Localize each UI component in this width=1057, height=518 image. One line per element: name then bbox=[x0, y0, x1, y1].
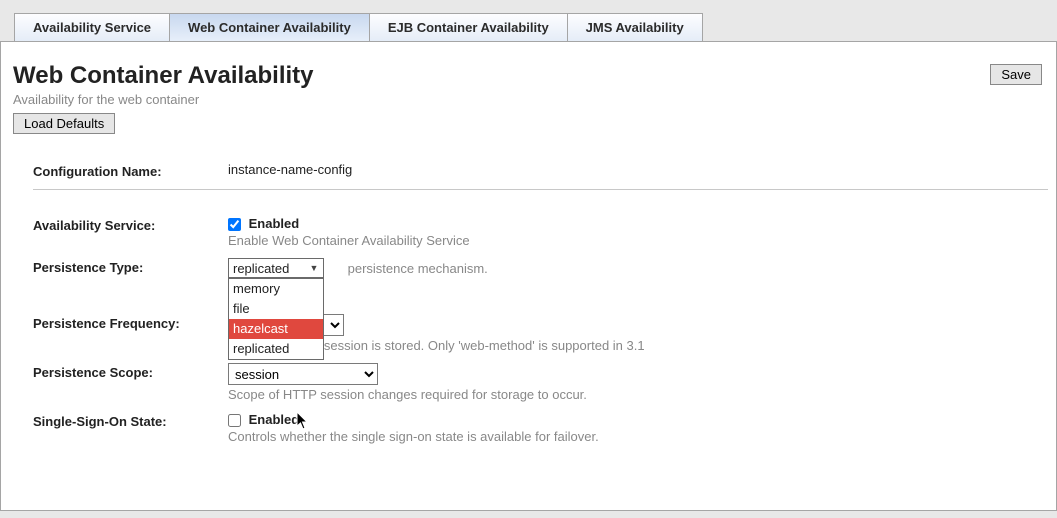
panel-header: Web Container Availability Availability … bbox=[13, 60, 1048, 134]
page-subtitle: Availability for the web container bbox=[13, 92, 314, 107]
chevron-down-icon: ▼ bbox=[307, 259, 321, 277]
persistence-frequency-hint: which the HTTP session is stored. Only '… bbox=[228, 338, 1048, 353]
divider bbox=[33, 189, 1048, 190]
persistence-scope-select[interactable]: session bbox=[228, 363, 378, 385]
persistence-scope-label: Persistence Scope: bbox=[33, 363, 228, 380]
persistence-type-hint: persistence mechanism. bbox=[348, 261, 488, 276]
tab-web-container-availability[interactable]: Web Container Availability bbox=[169, 13, 370, 42]
persistence-type-selected-text: replicated bbox=[233, 261, 289, 276]
sso-state-checkbox-wrap[interactable]: Enabled bbox=[228, 412, 299, 427]
tab-jms-availability[interactable]: JMS Availability bbox=[567, 13, 703, 42]
sso-state-checkbox-label: Enabled bbox=[249, 412, 300, 427]
availability-service-hint: Enable Web Container Availability Servic… bbox=[228, 233, 1048, 248]
form: Configuration Name: instance-name-config… bbox=[13, 162, 1048, 444]
persistence-type-option-replicated[interactable]: replicated bbox=[229, 339, 323, 359]
load-defaults-button[interactable]: Load Defaults bbox=[13, 113, 115, 134]
config-name-value: instance-name-config bbox=[228, 162, 1048, 177]
persistence-type-dropdown[interactable]: memory file hazelcast replicated bbox=[228, 278, 324, 360]
persistence-type-select[interactable]: replicated ▼ memory file hazelcast repli… bbox=[228, 258, 324, 278]
sso-state-checkbox[interactable] bbox=[228, 414, 241, 427]
availability-service-checkbox-wrap[interactable]: Enabled bbox=[228, 216, 299, 231]
persistence-type-option-memory[interactable]: memory bbox=[229, 279, 323, 299]
config-name-label: Configuration Name: bbox=[33, 162, 228, 179]
tab-bar: Availability Service Web Container Avail… bbox=[0, 0, 1057, 41]
save-button[interactable]: Save bbox=[990, 64, 1042, 85]
persistence-type-option-file[interactable]: file bbox=[229, 299, 323, 319]
tab-ejb-container-availability[interactable]: EJB Container Availability bbox=[369, 13, 568, 42]
tab-availability-service[interactable]: Availability Service bbox=[14, 13, 170, 42]
sso-state-label: Single-Sign-On State: bbox=[33, 412, 228, 429]
page-title: Web Container Availability bbox=[13, 62, 314, 90]
app-window: Availability Service Web Container Avail… bbox=[0, 0, 1057, 518]
availability-service-label: Availability Service: bbox=[33, 216, 228, 233]
persistence-type-label: Persistence Type: bbox=[33, 258, 228, 275]
persistence-type-option-hazelcast[interactable]: hazelcast bbox=[229, 319, 323, 339]
availability-service-checkbox[interactable] bbox=[228, 218, 241, 231]
content-panel: Web Container Availability Availability … bbox=[0, 41, 1057, 511]
persistence-scope-hint: Scope of HTTP session changes required f… bbox=[228, 387, 1048, 402]
sso-state-hint: Controls whether the single sign-on stat… bbox=[228, 429, 1048, 444]
persistence-type-selected[interactable]: replicated ▼ bbox=[228, 258, 324, 278]
persistence-frequency-label: Persistence Frequency: bbox=[33, 314, 228, 331]
availability-service-checkbox-label: Enabled bbox=[249, 216, 300, 231]
